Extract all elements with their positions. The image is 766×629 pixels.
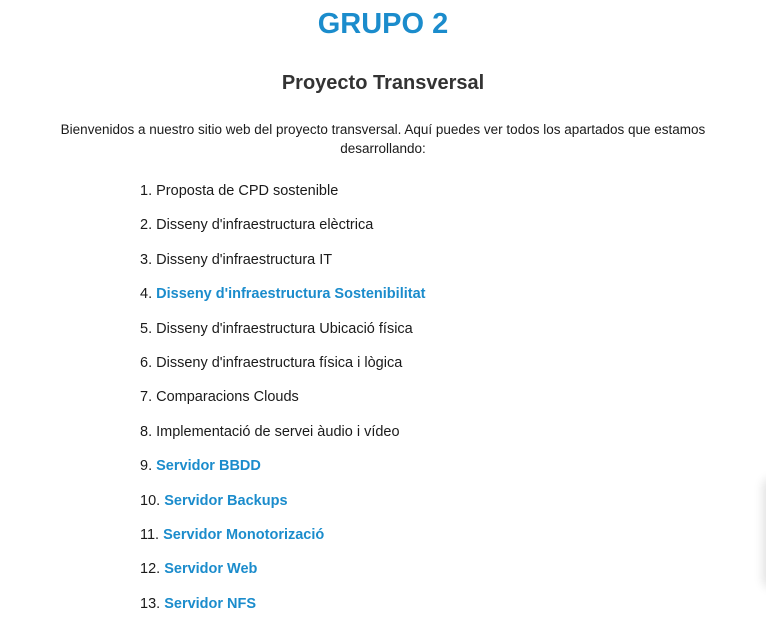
topic-label: Disseny d'infraestructura elèctrica [156, 217, 374, 234]
topic-link-servidor-bbdd[interactable]: Servidor BBDD [156, 458, 261, 474]
topic-item-12: 12. Servidor Web [140, 559, 425, 593]
topic-label: Comparacions Clouds [156, 389, 299, 406]
topic-label: Disseny d'infraestructura IT [156, 251, 333, 268]
topic-number: 10. [140, 492, 161, 509]
topic-item-1: 1. Proposta de CPD sostenible [140, 181, 425, 215]
page: GRUPO 2 Proyecto Transversal Bienvenidos… [0, 0, 766, 629]
topic-link-servidor-web[interactable]: Servidor Web [164, 561, 257, 577]
topic-number: 1. [140, 183, 153, 199]
topic-number: 9. [140, 458, 153, 475]
topic-list: 1. Proposta de CPD sostenible 2. Disseny… [140, 181, 425, 628]
topic-number: 7. [140, 389, 153, 406]
topic-item-8: 8. Implementació de servei àudio i vídeo [140, 422, 425, 456]
topic-label: Proposta de CPD sostenible [156, 183, 339, 199]
topic-item-10: 10. Servidor Backups [140, 491, 425, 525]
topic-item-5: 5. Disseny d'infraestructura Ubicació fí… [140, 319, 425, 353]
intro-paragraph: Bienvenidos a nuestro sitio web del proy… [0, 120, 766, 158]
topic-number: 4. [140, 286, 153, 303]
topic-link-servidor-nfs[interactable]: Servidor NFS [164, 596, 256, 612]
topic-number: 2. [140, 217, 153, 234]
topic-link-servidor-backups[interactable]: Servidor Backups [164, 493, 287, 509]
topic-number: 11. [140, 526, 160, 543]
topic-link-sostenibilitat[interactable]: Disseny d'infraestructura Sostenibilitat [156, 286, 425, 302]
topic-item-2: 2. Disseny d'infraestructura elèctrica [140, 215, 425, 249]
topic-item-7: 7. Comparacions Clouds [140, 387, 425, 421]
topic-number: 6. [140, 354, 153, 371]
topic-item-13: 13. Servidor NFS [140, 594, 425, 628]
topic-label: Implementació de servei àudio i vídeo [156, 423, 400, 440]
topic-number: 13. [140, 595, 161, 612]
topic-number: 5. [140, 320, 153, 337]
page-subtitle: Proyecto Transversal [281, 72, 485, 94]
topic-label: Disseny d'infraestructura Ubicació físic… [156, 320, 413, 337]
topic-number: 3. [140, 251, 153, 268]
topic-item-4: 4. Disseny d'infraestructura Sostenibili… [140, 284, 425, 318]
topic-number: 12. [140, 561, 161, 578]
topic-item-11: 11. Servidor Monotorizació [140, 525, 425, 559]
topic-label: Disseny d'infraestructura física i lògic… [156, 354, 403, 371]
topic-item-3: 3. Disseny d'infraestructura IT [140, 250, 425, 284]
intro-line-1: Bienvenidos a nuestro sitio web del proy… [60, 122, 706, 137]
intro-line-2: desarrollando: [340, 141, 426, 156]
topic-item-9: 9. Servidor BBDD [140, 456, 425, 490]
topic-number: 8. [140, 423, 153, 440]
topic-item-6: 6. Disseny d'infraestructura física i lò… [140, 353, 425, 387]
group-title: GRUPO 2 [317, 8, 449, 40]
topic-link-servidor-monotorizacio[interactable]: Servidor Monotorizació [163, 527, 324, 543]
